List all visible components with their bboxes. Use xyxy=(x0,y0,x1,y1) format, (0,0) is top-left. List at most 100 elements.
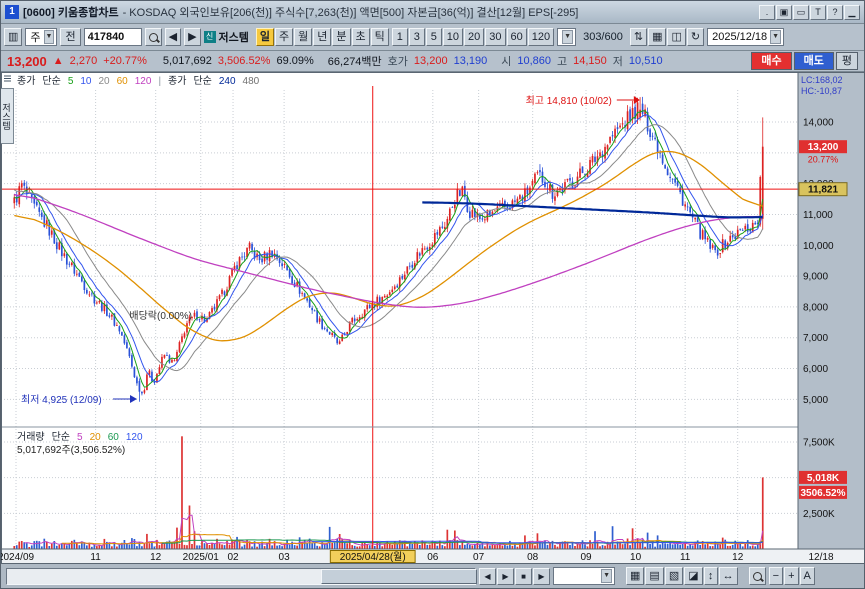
svg-text:6,000: 6,000 xyxy=(803,364,828,375)
period-button-초[interactable]: 초 xyxy=(351,28,370,46)
window-title: [0600] 키움종합차트 xyxy=(23,7,119,19)
minute-button-60[interactable]: 60 xyxy=(506,28,527,46)
split-screen-icon[interactable]: ◫ xyxy=(667,28,686,46)
stock-chart[interactable]: 종가 단순 5 10 20 60 120 | 종가 단순 240 480거래량 단순 5 20 60 1205,… xyxy=(1,72,865,564)
scroll-left-button[interactable]: ◀ xyxy=(479,567,496,585)
sell-button[interactable]: 매도 xyxy=(793,52,834,70)
price-ma-legend: 종가 단순 5 10 20 60 120 | 종가 단순 240 480 xyxy=(17,75,260,87)
chevron-down-icon: ▼ xyxy=(601,569,612,583)
svg-text:11: 11 xyxy=(680,552,691,563)
quote-low-price: 10,510 xyxy=(628,55,663,67)
tool-t-icon[interactable]: T xyxy=(810,4,826,20)
search-icon xyxy=(148,32,158,42)
font-size-button[interactable]: A xyxy=(799,567,815,585)
jeon-button[interactable]: 전 xyxy=(60,28,81,46)
grid-icon[interactable]: ▦ xyxy=(626,567,645,585)
svg-text:5,018K: 5,018K xyxy=(807,473,840,484)
panel-layout-icon[interactable]: ▤ xyxy=(645,567,664,585)
window-subtitle: - KOSDAQ 외국인보유[206(천)] 주식수[7,263(천)] 액면[… xyxy=(122,7,579,19)
pattern-tool-icon[interactable]: ▧ xyxy=(664,567,684,585)
quote-volume: 5,017,692 xyxy=(162,55,212,67)
minute-button-20[interactable]: 20 xyxy=(464,28,485,46)
interval-select[interactable]: ▼ xyxy=(557,28,577,46)
playback-buttons: ◀ ▶ ■ ▶ xyxy=(479,567,550,585)
compare-icon[interactable]: ⇅ xyxy=(629,28,648,46)
svg-text:5,000: 5,000 xyxy=(803,395,828,406)
svg-text:8,000: 8,000 xyxy=(803,302,828,313)
fit-horizontal-icon[interactable]: ↔ xyxy=(718,567,738,585)
svg-text:11,000: 11,000 xyxy=(803,210,833,221)
next-stock-button[interactable]: ▶ xyxy=(184,28,201,46)
svg-text:2025/01: 2025/01 xyxy=(183,552,220,563)
ex-dividend-annotation: 배당락(0.00%) xyxy=(129,310,192,322)
zoom-tool-button[interactable] xyxy=(748,567,766,585)
period-button-일[interactable]: 일 xyxy=(255,28,275,46)
svg-text:11,821: 11,821 xyxy=(808,185,838,196)
chart-scrollbar[interactable] xyxy=(6,567,477,585)
minimize-icon[interactable]: ▁ xyxy=(844,4,860,20)
minute-button-3[interactable]: 3 xyxy=(408,28,425,46)
prev-stock-button[interactable]: ◀ xyxy=(164,28,182,46)
stop-button[interactable]: ■ xyxy=(515,567,532,585)
period-button-월[interactable]: 월 xyxy=(294,28,313,46)
period-button-분[interactable]: 분 xyxy=(332,28,351,46)
svg-text:20.77%: 20.77% xyxy=(808,155,839,165)
auto-scroll-select[interactable]: ▼ xyxy=(553,567,615,585)
copy-window-icon[interactable]: ▣ xyxy=(776,4,792,20)
svg-text:10: 10 xyxy=(630,552,642,563)
stock-code-input[interactable] xyxy=(83,28,142,46)
chart-plot-background xyxy=(1,72,798,549)
refresh-icon[interactable]: ↻ xyxy=(686,28,705,46)
buy-button[interactable]: 매수 xyxy=(751,52,792,70)
quote-high-price: 14,150 xyxy=(573,55,607,67)
quote-values: 13,200 ▲ 2,270 +20.77% 5,017,692 3,506.52% 69.… xyxy=(7,53,663,69)
minute-button-120[interactable]: 120 xyxy=(527,28,555,46)
scroll-right-button[interactable]: ▶ xyxy=(497,567,514,585)
shape-tool-icon[interactable]: ◪ xyxy=(684,567,703,585)
quote-hoga-label: 호가 xyxy=(387,56,408,68)
menu-dot-icon[interactable]: . xyxy=(759,4,775,20)
chevron-down-icon: ▼ xyxy=(770,30,782,44)
period-button-년[interactable]: 년 xyxy=(313,28,332,46)
svg-text:08: 08 xyxy=(527,552,539,563)
fit-vertical-icon[interactable]: ↕ xyxy=(703,567,718,585)
date-value: 2025/12/18 xyxy=(712,31,768,43)
quote-bid-price: 13,190 xyxy=(453,55,488,67)
toolbar: ▥ 주▼ 전 ◀ ▶ 신 저스템 일주월년분초틱 13510203060120 … xyxy=(1,24,864,51)
maximize-icon[interactable]: ▭ xyxy=(793,4,809,20)
zoom-in-button[interactable]: + xyxy=(784,567,799,585)
chart-grid-icon[interactable]: ▦ xyxy=(648,28,667,46)
minute-button-5[interactable]: 5 xyxy=(425,28,442,46)
search-button[interactable] xyxy=(144,28,162,46)
chart-tool-buttons: ▦ ▤ ▧ ◪ ↕ ↔ xyxy=(626,567,738,585)
volume-caption: 5,017,692주(3,506.52%) xyxy=(17,445,125,456)
svg-text:9,000: 9,000 xyxy=(803,272,828,283)
svg-text:11: 11 xyxy=(90,552,101,563)
chart-tab-stock[interactable]: 저스템 xyxy=(1,88,14,144)
zoom-buttons: − + A xyxy=(768,567,815,585)
svg-text:13,200: 13,200 xyxy=(808,142,839,153)
chevron-down-icon: ▼ xyxy=(562,30,574,44)
low-annotation: 최저 4,925 (12/09) xyxy=(21,394,102,406)
scrollbar-thumb[interactable] xyxy=(320,568,477,584)
period-buttons: 일주월년분초틱 xyxy=(255,28,389,46)
order-buttons: 매수 매도 평 xyxy=(751,52,858,70)
play-button[interactable]: ▶ xyxy=(533,567,550,585)
minute-button-10[interactable]: 10 xyxy=(442,28,464,46)
avg-button[interactable]: 평 xyxy=(835,52,858,70)
svg-text:2025/04/28(월): 2025/04/28(월) xyxy=(340,551,406,563)
minute-button-30[interactable]: 30 xyxy=(485,28,506,46)
date-select[interactable]: 2025/12/18 ▼ xyxy=(707,28,785,46)
zoom-out-button[interactable]: − xyxy=(768,567,784,585)
quote-ask-price: 13,200 xyxy=(413,55,448,67)
period-button-틱[interactable]: 틱 xyxy=(370,28,389,46)
minute-button-1[interactable]: 1 xyxy=(391,28,408,46)
quote-open-price: 10,860 xyxy=(517,55,552,67)
period-button-주[interactable]: 주 xyxy=(275,28,294,46)
help-icon[interactable]: ? xyxy=(827,4,843,20)
category-select[interactable]: 주 ▼ xyxy=(25,28,58,46)
svg-text:7,000: 7,000 xyxy=(803,333,828,344)
chart-type-button[interactable]: ▥ xyxy=(4,28,23,46)
kiwoom-chart-window: 1 [0600] 키움종합차트 - KOSDAQ 외국인보유[206(천)] 주… xyxy=(0,0,865,589)
svg-text:7,500K: 7,500K xyxy=(803,438,835,449)
